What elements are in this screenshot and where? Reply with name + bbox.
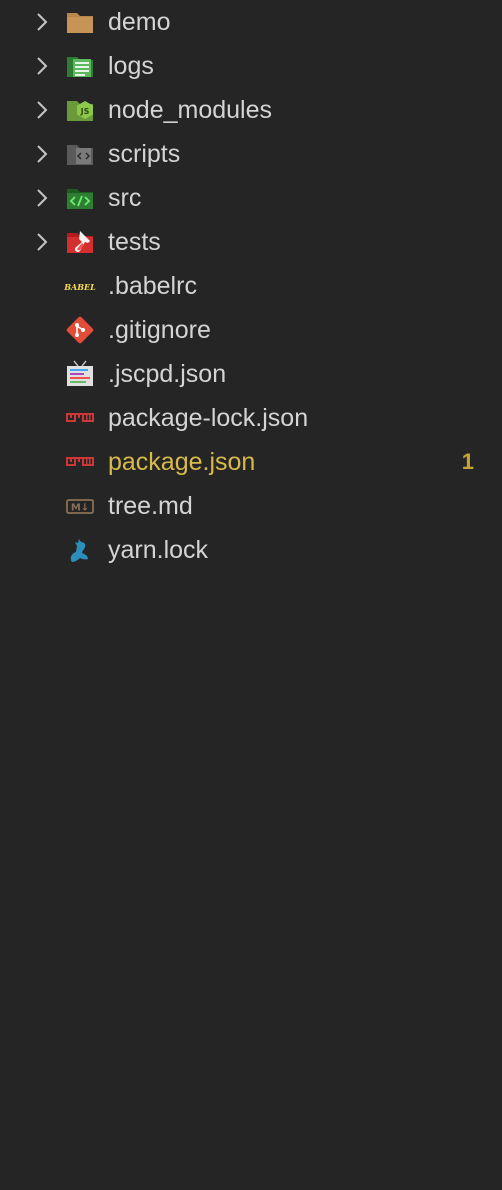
tree-item-package-lock-json[interactable]: package-lock.json	[0, 396, 502, 440]
npm-icon	[66, 457, 94, 466]
scripts-folder-icon	[67, 145, 93, 165]
tree-item-babelrc[interactable]: BABEL .babelrc	[0, 264, 502, 308]
tree-item-label: .jscpd.json	[108, 360, 227, 388]
tree-item-label: demo	[108, 8, 171, 36]
chevron-right-icon[interactable]	[30, 54, 54, 78]
problems-count-badge: 1	[461, 449, 474, 474]
file-explorer: demo logs JS node_modules scripts src te…	[0, 0, 502, 1190]
tree-item-label: src	[108, 184, 142, 212]
tree-item-label: node_modules	[108, 96, 273, 124]
tree-item-label: logs	[108, 52, 154, 80]
git-icon	[66, 316, 94, 344]
svg-text:JS: JS	[80, 107, 90, 116]
chevron-right-icon[interactable]	[30, 230, 54, 254]
tree-item-label: scripts	[108, 140, 181, 168]
tree-item-package-json[interactable]: package.json 1	[0, 440, 502, 484]
npm-icon	[66, 413, 94, 422]
logs-folder-icon	[67, 57, 93, 77]
svg-text:M↓: M↓	[71, 503, 89, 514]
babel-icon: BABEL	[64, 282, 96, 292]
tree-item-tests[interactable]: tests	[0, 220, 502, 264]
tree-item-label: tests	[108, 228, 161, 256]
jscpd-icon	[67, 360, 93, 386]
tree-item-src[interactable]: src	[0, 176, 502, 220]
markdown-icon: M↓	[66, 499, 94, 514]
tree-item-jscpd-json[interactable]: .jscpd.json	[0, 352, 502, 396]
tree-item-logs[interactable]: logs	[0, 44, 502, 88]
src-folder-icon	[67, 189, 93, 209]
svg-text:BABEL: BABEL	[64, 282, 96, 292]
node-modules-folder-icon: JS	[67, 101, 93, 121]
tree-item-tree-md[interactable]: M↓ tree.md	[0, 484, 502, 528]
tree-item-label: package.json	[108, 448, 256, 476]
chevron-right-icon[interactable]	[30, 98, 54, 122]
tree-item-gitignore[interactable]: .gitignore	[0, 308, 502, 352]
chevron-right-icon[interactable]	[30, 186, 54, 210]
tree-item-scripts[interactable]: scripts	[0, 132, 502, 176]
tests-folder-icon	[67, 231, 93, 253]
tree-item-label: .babelrc	[108, 272, 197, 300]
tree-item-label: tree.md	[108, 492, 193, 520]
tree-item-label: package-lock.json	[108, 404, 309, 432]
chevron-right-icon[interactable]	[30, 142, 54, 166]
tree-item-demo[interactable]: demo	[0, 0, 502, 44]
chevron-right-icon[interactable]	[30, 10, 54, 34]
tree-item-label: .gitignore	[108, 316, 211, 344]
tree-item-yarn-lock[interactable]: yarn.lock	[0, 528, 502, 572]
tree-item-label: yarn.lock	[108, 536, 209, 564]
tree-item-node-modules[interactable]: JS node_modules	[0, 88, 502, 132]
folder-icon	[67, 13, 93, 33]
yarn-icon	[70, 539, 88, 562]
